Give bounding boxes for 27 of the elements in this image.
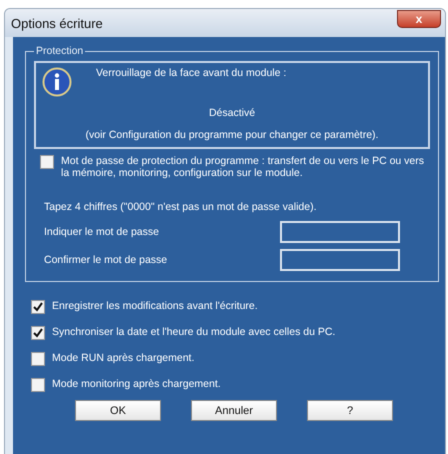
close-button[interactable]: x: [397, 10, 441, 28]
field-label: Indiquer le mot de passe: [44, 226, 159, 238]
checkbox-label: Mode RUN après chargement.: [52, 352, 194, 364]
dialog-button[interactable]: OK: [75, 400, 161, 421]
group-title: Protection: [35, 45, 84, 57]
checkbox-label: Synchroniser la date et l'heure du module avec celles du PC.: [52, 326, 336, 338]
checkbox[interactable]: [31, 352, 45, 366]
lock-status: Désactivé: [208, 107, 256, 119]
info-note: (voir Configuration du programme pour changer ce paramètre).: [84, 129, 380, 141]
dialog-button[interactable]: ?: [307, 400, 393, 421]
check-icon: [33, 302, 43, 312]
info-icon: [42, 67, 72, 97]
password-field[interactable]: [280, 249, 400, 271]
checkbox[interactable]: [31, 300, 45, 314]
checkbox-label: Mot de passe de protection du programme : transfert de ou vers le PC ou vers la mémoire, monitoring, configuration sur le module.: [61, 155, 426, 179]
checkbox-label: Enregistrer les modifications avant l'écriture.: [52, 300, 258, 312]
checkbox[interactable]: [31, 378, 45, 392]
field-label: Confirmer le mot de passe: [44, 254, 168, 266]
checkbox-label: Mode monitoring après chargement.: [52, 378, 221, 390]
dialog-button[interactable]: Annuler: [191, 400, 277, 421]
info-heading: Verrouillage de la face avant du module :: [95, 67, 288, 81]
hint-text: Tapez 4 chiffres ("0000" n'est pas un mot de passe valide).: [44, 201, 318, 213]
checkbox[interactable]: [31, 326, 45, 340]
checkbox[interactable]: [40, 155, 54, 169]
check-icon: [33, 328, 43, 338]
window-title: Options écriture: [11, 16, 103, 30]
password-field[interactable]: [280, 221, 400, 243]
